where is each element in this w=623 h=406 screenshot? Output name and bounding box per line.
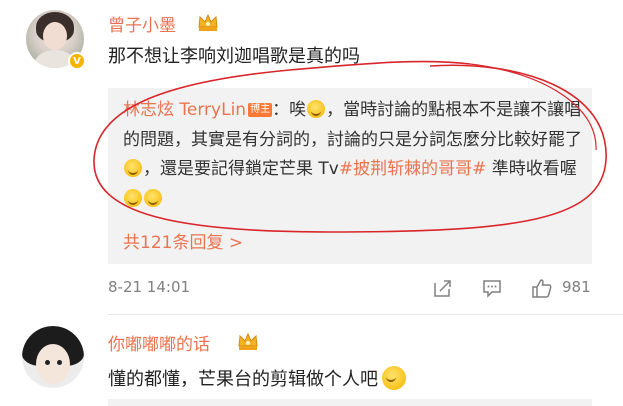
reply-preview[interactable]: 林志炫 TerryLin 博主 ：唉 ，當時討論的點根本不是讓不讓唱的問題，其實是有分… <box>108 88 592 264</box>
comment-time: 8-21 14:01 <box>108 278 191 296</box>
reply-text-segment: ，還是要記得鎖定芒果 Tv <box>143 159 339 179</box>
avatar[interactable] <box>22 326 84 388</box>
smile-icon <box>124 159 142 177</box>
kiss-icon <box>144 188 162 207</box>
member-crown-icon <box>238 332 258 350</box>
like-icon[interactable] <box>530 277 554 299</box>
topic-link[interactable]: #披荆斩棘的哥哥# <box>339 159 487 179</box>
share-icon[interactable] <box>431 277 453 299</box>
reply-preview <box>108 399 592 406</box>
member-crown-icon <box>198 13 218 31</box>
verified-badge-icon: V <box>68 52 86 70</box>
reply-text-segment: ：唉 <box>272 100 307 120</box>
comment-username[interactable]: 你嘟嘟嘟的话 <box>108 330 210 355</box>
sweat-smile-icon <box>307 100 326 118</box>
comment-text: 那不想让李响刘迦唱歌是真的吗 <box>108 46 360 67</box>
reply-text-segment: 準時收看喔 <box>486 159 577 179</box>
reply-username[interactable]: 林志炫 TerryLin <box>123 100 246 120</box>
comment-icon[interactable] <box>481 277 503 299</box>
more-replies-link[interactable]: 共121条回复 > <box>123 228 243 253</box>
smile-icon <box>124 188 142 207</box>
comment-text: 懂的都懂，芒果台的剪辑做个人吧 <box>108 365 407 391</box>
grin-sweat-icon <box>382 366 406 390</box>
comment-username[interactable]: 曾子小墨 <box>108 11 176 36</box>
divider <box>108 314 623 315</box>
like-count: 981 <box>562 278 591 296</box>
author-tag: 博主 <box>248 103 273 117</box>
reply-text: 林志炫 TerryLin 博主 ：唉 ，當時討論的點根本不是讓不讓唱的問題，其實是有分… <box>123 96 583 214</box>
comment-text-segment: 懂的都懂，芒果台的剪辑做个人吧 <box>108 369 378 390</box>
